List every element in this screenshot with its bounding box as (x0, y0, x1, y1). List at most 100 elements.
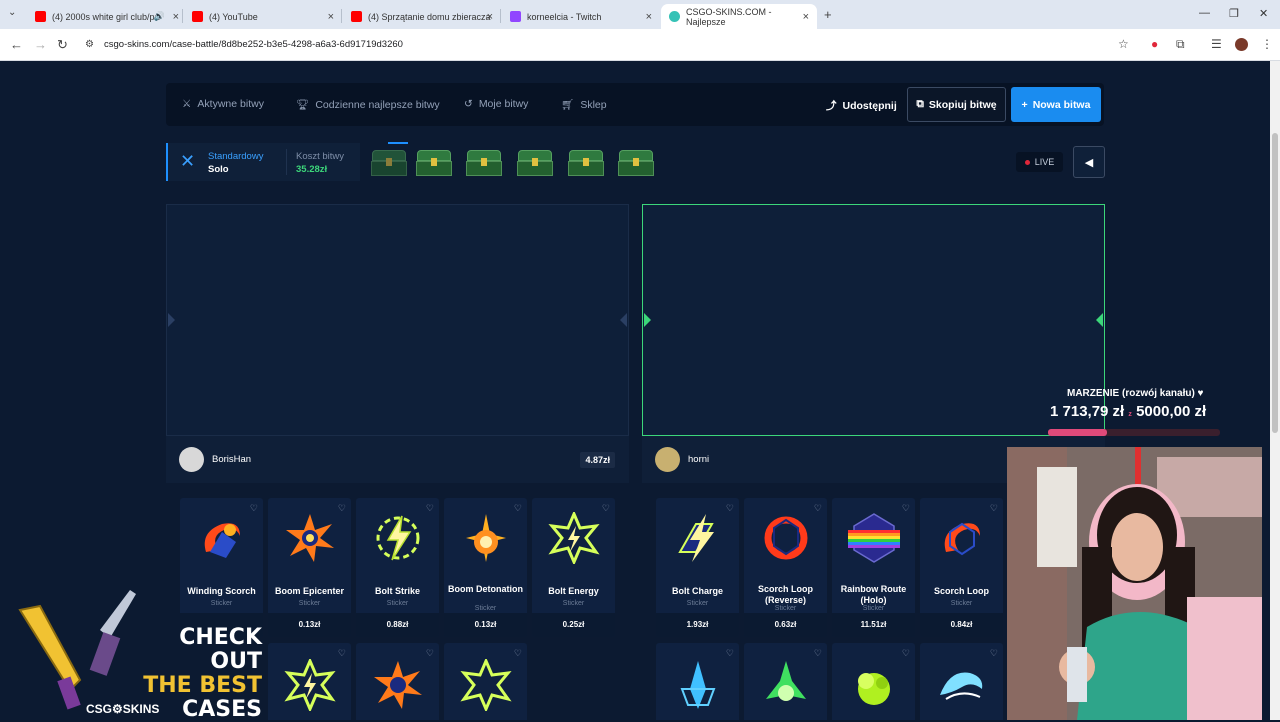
item-card[interactable]: ♡ (268, 643, 351, 720)
tab-title: (4) YouTube (209, 11, 258, 22)
stream-goal-progress-bar (1048, 429, 1220, 436)
url-field[interactable]: csgo-skins.com/case-battle/8d8be252-b3e5… (104, 39, 403, 50)
csgo-skins-icon (669, 11, 680, 22)
goal-current: 1 713,79 zł (1050, 403, 1125, 420)
close-tab-icon[interactable]: × (803, 11, 809, 23)
heart-icon[interactable]: ♡ (426, 648, 434, 659)
profile-avatar-icon[interactable] (1235, 38, 1248, 51)
bookmark-star-icon[interactable]: ☆ (1118, 37, 1129, 51)
heart-icon[interactable]: ♡ (726, 648, 734, 659)
heart-icon[interactable]: ♡ (426, 503, 434, 514)
heart-icon[interactable]: ♡ (902, 648, 910, 659)
heart-icon[interactable]: ♡ (902, 503, 910, 514)
item-price: 0.25zł (562, 620, 585, 629)
site-info-icon[interactable]: ⚙ (85, 39, 94, 50)
heart-icon[interactable]: ♡ (814, 503, 822, 514)
new-tab-icon[interactable]: + (824, 7, 832, 22)
minimize-icon[interactable]: — (1199, 7, 1210, 19)
nav-shop[interactable]: 🛒︎ Sklep (561, 98, 607, 112)
tab-title: CSGO-SKINS.COM - Najlepsze (686, 6, 772, 27)
bolt-energy-sticker-icon (548, 512, 600, 564)
heart-icon[interactable]: ♡ (990, 503, 998, 514)
tab-search-icon[interactable]: ⌄ (8, 7, 16, 18)
item-card[interactable]: ♡ Rainbow Route (Holo) Sticker 11.51zł (832, 498, 915, 637)
case-icon[interactable] (568, 150, 604, 176)
heart-icon[interactable]: ♡ (602, 503, 610, 514)
case-icon[interactable] (618, 150, 654, 176)
item-card[interactable]: ♡ (356, 643, 439, 720)
restore-icon[interactable]: ❐ (1229, 7, 1239, 20)
sound-toggle-button[interactable]: ◀ (1073, 146, 1105, 178)
item-price: 1.93zł (686, 620, 709, 629)
extensions-icon[interactable]: ⧉ (1176, 37, 1185, 52)
browser-tab-3[interactable]: (4) Sprzątanie domu zbieracza × (343, 4, 501, 29)
promo-line-1: CHECK OUT (179, 625, 262, 674)
rainbow-sticker-icon (848, 513, 900, 563)
heart-icon[interactable]: ♡ (250, 503, 258, 514)
heart-icon[interactable]: ♡ (514, 648, 522, 659)
close-window-icon[interactable]: ✕ (1259, 7, 1268, 20)
extension-red-icon[interactable]: ● (1151, 37, 1158, 51)
webcam-image (1007, 447, 1262, 720)
case-icon[interactable] (517, 150, 553, 176)
item-price: 0.13zł (298, 620, 321, 629)
heart-icon[interactable]: ♡ (990, 648, 998, 659)
close-tab-icon[interactable]: × (173, 11, 179, 23)
item-name: Bolt Strike (374, 586, 420, 596)
active-case-indicator (388, 142, 408, 144)
item-card[interactable]: ♡ Bolt Charge Sticker 1.93zł (656, 498, 739, 637)
fire-loop-sticker-icon (764, 516, 808, 560)
reading-list-icon[interactable]: ☰ (1211, 37, 1222, 51)
page-scrollbar[interactable] (1270, 61, 1280, 720)
case-icon[interactable] (466, 150, 502, 176)
browser-tab-2[interactable]: (4) YouTube × (184, 4, 342, 29)
heart-icon[interactable]: ♡ (514, 503, 522, 514)
heart-icon[interactable]: ♡ (814, 648, 822, 659)
item-type: Sticker (562, 600, 585, 607)
youtube-icon (35, 11, 46, 22)
case-icon[interactable] (371, 150, 407, 176)
nav-daily-best[interactable]: 🏆︎ Codzienne najlepsze bitwy (296, 98, 440, 112)
player-name[interactable]: horni (688, 454, 709, 465)
share-button[interactable]: ⤴ Udostępnij (826, 98, 897, 113)
browser-tab-4[interactable]: korneelcia - Twitch × (502, 4, 660, 29)
item-name: Boom Detonation (448, 584, 523, 594)
item-card[interactable]: ♡ Boom Epicenter Sticker 0.13zł (268, 498, 351, 637)
close-tab-icon[interactable]: × (646, 11, 652, 23)
heart-icon[interactable]: ♡ (338, 648, 346, 659)
nav-my-battles[interactable]: ↺ Moje bitwy (464, 98, 528, 110)
item-card[interactable]: ♡ Bolt Energy Sticker 0.25zł (532, 498, 615, 637)
item-card[interactable]: ♡ (920, 643, 1003, 720)
browser-tab-1[interactable]: (4) 2000s white girl club/pa 🔊 × (27, 4, 187, 29)
item-card[interactable]: ♡ (656, 643, 739, 720)
item-card[interactable]: ♡ Boom Detonation Sticker 0.13zł (444, 498, 527, 637)
player-name[interactable]: BorisHan (212, 454, 251, 465)
forward-icon[interactable]: → (34, 37, 47, 52)
item-card[interactable]: ♡ (832, 643, 915, 720)
mode-sub: Solo (208, 164, 229, 175)
copy-battle-button[interactable]: ⧉ Skopiuj bitwę (907, 87, 1006, 122)
live-badge[interactable]: LIVE (1016, 152, 1063, 172)
close-tab-icon[interactable]: × (328, 11, 334, 23)
close-tab-icon[interactable]: × (487, 11, 493, 23)
new-battle-button[interactable]: + Nowa bitwa (1011, 87, 1101, 122)
item-card[interactable]: ♡ (744, 643, 827, 720)
boom-sticker-icon (286, 514, 334, 562)
heart-icon[interactable]: ♡ (338, 503, 346, 514)
item-card[interactable]: ♡ Bolt Strike Sticker 0.88zł (356, 498, 439, 637)
scroll-thumb[interactable] (1272, 133, 1278, 433)
menu-icon[interactable]: ⋮ (1261, 37, 1273, 51)
goal-separator-icon: z (1128, 411, 1132, 418)
item-card[interactable]: ♡ (444, 643, 527, 720)
browser-tab-5-active[interactable]: CSGO-SKINS.COM - Najlepsze × (661, 4, 817, 29)
boom-sticker-icon (374, 661, 422, 709)
back-icon[interactable]: ← (10, 37, 23, 52)
item-card[interactable]: ♡ Scorch Loop (Reverse) Sticker 0.63zł (744, 498, 827, 637)
heart-icon[interactable]: ♡ (726, 503, 734, 514)
reload-icon[interactable]: ↻ (57, 37, 68, 53)
case-icon[interactable] (416, 150, 452, 176)
copy-icon: ⧉ (916, 98, 924, 110)
item-price: 11.51zł (860, 620, 887, 629)
item-card[interactable]: ♡ Scorch Loop Sticker 0.84zł (920, 498, 1003, 637)
nav-active-battles[interactable]: ⚔ Aktywne bitwy (182, 98, 264, 110)
